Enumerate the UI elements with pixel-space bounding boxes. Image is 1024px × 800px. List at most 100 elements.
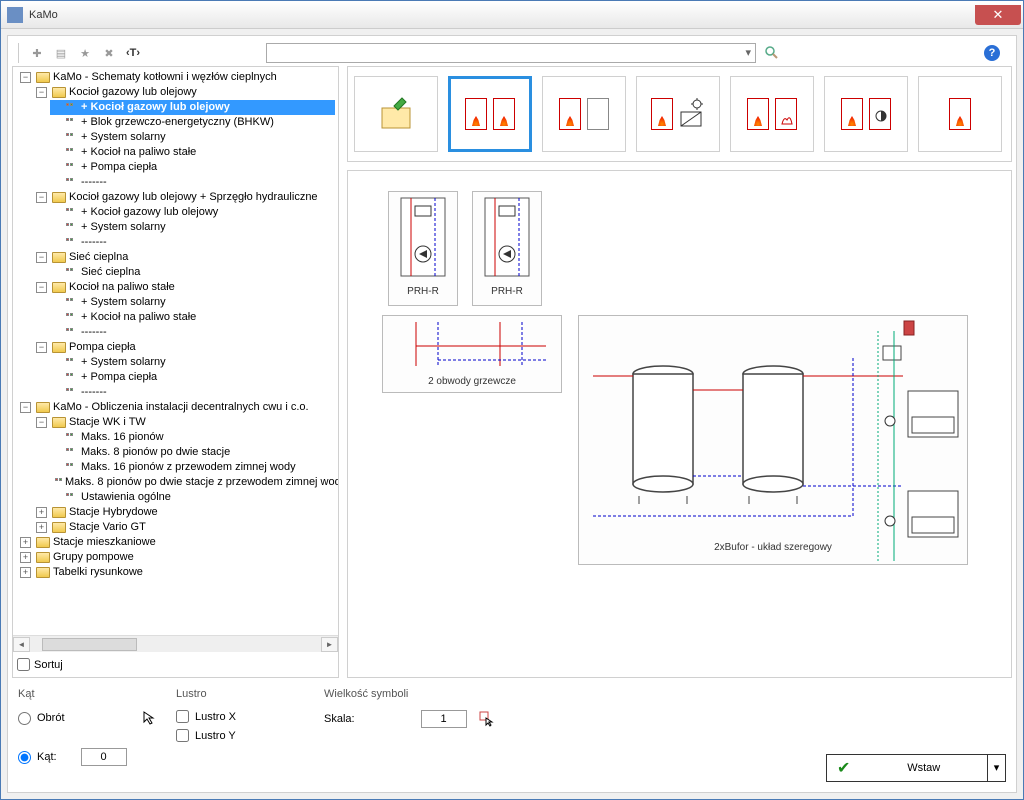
tree-item[interactable]: ------- (81, 385, 107, 400)
tree-item[interactable]: Maks. 8 pionów po dwie stacje (81, 445, 230, 460)
tree-folder[interactable]: Kocioł gazowy lub olejowy (69, 85, 197, 100)
size-group: Wielkość symboli Skala: 1 (324, 688, 544, 728)
thumb-boiler-fire[interactable] (730, 76, 814, 152)
expand-icon[interactable]: + (20, 552, 31, 563)
tree-item[interactable]: + Kocioł na paliwo stałe (81, 145, 196, 160)
thumb-boiler-circle[interactable] (824, 76, 908, 152)
tree-folder[interactable]: Sieć cieplna (69, 250, 128, 265)
expand-icon[interactable]: − (20, 72, 31, 83)
tree-folder[interactable]: Stacje Vario GT (69, 520, 146, 535)
thumb-boilers-selected[interactable] (448, 76, 532, 152)
window-title: KaMo (29, 9, 975, 21)
expand-icon[interactable]: + (20, 567, 31, 578)
scroll-left-icon[interactable]: ◄ (13, 637, 30, 652)
tree-root[interactable]: KaMo - Obliczenia instalacji decentralny… (53, 400, 309, 415)
scroll-right-icon[interactable]: ► (321, 637, 338, 652)
text-tool-button[interactable]: ‹T› (122, 42, 144, 64)
insert-button[interactable]: ✔ Wstaw ▾ (826, 754, 1006, 782)
expand-icon[interactable]: − (36, 417, 47, 428)
expand-icon[interactable]: − (20, 402, 31, 413)
main-area: −KaMo - Schematy kotłowni i węzłów ciepl… (12, 66, 1012, 678)
folder-icon (52, 192, 66, 203)
scale-pick-icon[interactable] (479, 711, 497, 727)
mirror-y-checkbox[interactable] (176, 729, 189, 742)
horizontal-scrollbar[interactable]: ◄ ► (13, 635, 338, 652)
scale-input[interactable]: 1 (421, 710, 467, 728)
tree-item[interactable]: + System solarny (81, 295, 166, 310)
tree-item[interactable]: + Blok grzewczo-energetyczny (BHKW) (81, 115, 274, 130)
tree-item[interactable]: ------- (81, 235, 107, 250)
folder-icon (52, 252, 66, 263)
search-combo[interactable] (266, 43, 756, 63)
toolbar-separator (18, 43, 22, 63)
tree-item[interactable]: + Kocioł na paliwo stałe (81, 310, 196, 325)
tree-item-selected[interactable]: + Kocioł gazowy lub olejowy (50, 100, 335, 115)
rotation-label: Obrót (37, 712, 65, 724)
tree-item[interactable]: Maks. 16 pionów (81, 430, 164, 445)
right-panel: PRH-R PRH-R 2 obwody grzewcze (347, 66, 1012, 678)
schematic-label: 2 obwody grzewcze (428, 374, 516, 389)
app-icon (7, 7, 23, 23)
search-icon[interactable] (764, 45, 780, 61)
sort-checkbox[interactable] (17, 658, 30, 671)
tree-item[interactable]: + Kocioł gazowy lub olejowy (81, 205, 218, 220)
mirror-x-checkbox[interactable] (176, 710, 189, 723)
tree-item[interactable]: Maks. 8 pionów po dwie stacje z przewode… (65, 475, 338, 490)
list-icon[interactable]: ▤ (50, 42, 72, 64)
tree-folder[interactable]: Tabelki rysunkowe (53, 565, 143, 580)
thumb-boiler-single[interactable] (918, 76, 1002, 152)
group-title: Wielkość symboli (324, 688, 544, 700)
tree-folder[interactable]: Pompa ciepła (69, 340, 136, 355)
expand-icon[interactable]: + (36, 507, 47, 518)
thumb-open[interactable] (354, 76, 438, 152)
expand-icon[interactable]: − (36, 342, 47, 353)
tree-item[interactable]: + Pompa ciepła (81, 370, 157, 385)
expand-icon[interactable]: + (20, 537, 31, 548)
tree-item[interactable]: Sieć cieplna (81, 265, 140, 280)
expand-icon[interactable]: − (36, 282, 47, 293)
tree-item[interactable]: + System solarny (81, 130, 166, 145)
tree-item[interactable]: ------- (81, 175, 107, 190)
folder-icon (52, 282, 66, 293)
tree-folder[interactable]: Grupy pompowe (53, 550, 134, 565)
tree-item[interactable]: + System solarny (81, 220, 166, 235)
expand-icon[interactable]: − (36, 192, 47, 203)
scroll-thumb[interactable] (42, 638, 137, 651)
thumb-boiler-empty[interactable] (542, 76, 626, 152)
dropdown-icon[interactable]: ▾ (987, 755, 1005, 781)
tree-folder[interactable]: Stacje WK i TW (69, 415, 146, 430)
folder-icon (52, 522, 66, 533)
angle-group: Kąt Obrót Kąt: 0 (18, 688, 158, 766)
schematic-circuits[interactable]: 2 obwody grzewcze (382, 315, 562, 393)
tree-folder[interactable]: Kocioł na paliwo stałe (69, 280, 175, 295)
tree-item[interactable]: Ustawienia ogólne (81, 490, 171, 505)
tree-item[interactable]: ------- (81, 325, 107, 340)
add-icon[interactable]: ✚ (26, 42, 48, 64)
tree-item[interactable]: Maks. 16 pionów z przewodem zimnej wody (81, 460, 296, 475)
folder-icon (36, 402, 50, 413)
rotation-radio[interactable] (18, 712, 31, 725)
angle-radio[interactable] (18, 751, 31, 764)
expand-icon[interactable]: + (36, 522, 47, 533)
tree-folder[interactable]: Stacje Hybrydowe (69, 505, 158, 520)
app-window: KaMo ✕ ✚ ▤ ★ ✖ ‹T› ? −KaMo - Schematy ko… (0, 0, 1024, 800)
thumb-boiler-solar[interactable] (636, 76, 720, 152)
expand-icon[interactable]: − (36, 252, 47, 263)
expand-icon[interactable]: − (36, 87, 47, 98)
mirror-x-label: Lustro X (195, 711, 236, 723)
tree-folder[interactable]: Stacje mieszkaniowe (53, 535, 156, 550)
thumbnail-row (347, 66, 1012, 162)
tree-folder[interactable]: Kocioł gazowy lub olejowy + Sprzęgło hyd… (69, 190, 318, 205)
help-icon[interactable]: ? (984, 45, 1000, 61)
tree-item[interactable]: + Pompa ciepła (81, 160, 157, 175)
close-button[interactable]: ✕ (975, 5, 1021, 25)
tree-item[interactable]: + System solarny (81, 355, 166, 370)
tree-root[interactable]: KaMo - Schematy kotłowni i węzłów ciepln… (53, 70, 277, 85)
delete-icon[interactable]: ✖ (98, 42, 120, 64)
tree-view[interactable]: −KaMo - Schematy kotłowni i węzłów ciepl… (13, 67, 338, 635)
schematic-prh2[interactable]: PRH-R (472, 191, 542, 306)
schematic-prh1[interactable]: PRH-R (388, 191, 458, 306)
schematic-canvas[interactable]: PRH-R PRH-R 2 obwody grzewcze (347, 170, 1012, 678)
star-icon[interactable]: ★ (74, 42, 96, 64)
angle-input[interactable]: 0 (81, 748, 127, 766)
